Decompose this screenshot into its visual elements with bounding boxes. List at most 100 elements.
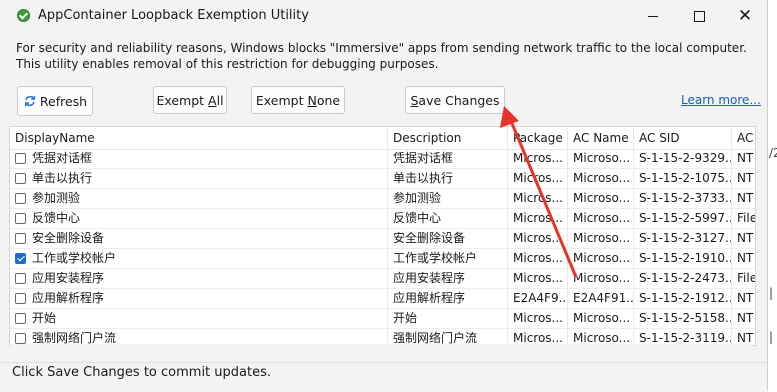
save-label-suffix: ave Changes <box>418 92 500 108</box>
cell-ac-name: Microso... <box>568 309 634 328</box>
table-row[interactable]: 凭据对话框 凭据对话框 Micros... Microso... S-1-15-2-93… <box>10 149 755 169</box>
row-display-name: 应用解析程序 <box>32 291 105 305</box>
cell-displayname: 工作或学校帐户 <box>10 249 388 268</box>
horizontal-scrollbar[interactable] <box>10 344 752 352</box>
cell-displayname: 反馈中心 <box>10 209 388 228</box>
row-display-name: 凭据对话框 <box>32 151 93 165</box>
cell-ac: NT <box>732 229 755 248</box>
column-header-ac-name[interactable]: AC Name <box>568 127 634 149</box>
exempt-none-button[interactable]: Exempt None <box>251 86 345 114</box>
row-display-name: 工作或学校帐户 <box>32 251 117 265</box>
row-display-name: 安全删除设备 <box>32 231 105 245</box>
cell-ac-name: Microso... <box>568 149 634 168</box>
table-row[interactable]: 应用安装程序 应用安装程序 Micros... Microso... S-1-15-2-… <box>10 269 755 289</box>
learn-more-link[interactable]: Learn more... <box>681 93 761 107</box>
list-header: DisplayName Description Package AC Name … <box>10 127 755 150</box>
background-window-edge: /2 | | <box>768 0 777 391</box>
table-row[interactable]: 参加测验 参加测验 Micros... Microso... S-1-15-2-3733… <box>10 189 755 209</box>
app-list[interactable]: DisplayName Description Package AC Name … <box>9 126 756 346</box>
exemption-checkbox[interactable] <box>15 253 26 264</box>
row-display-name: 应用安装程序 <box>32 271 105 285</box>
cell-package: Micros... <box>508 149 568 168</box>
cell-package: E2A4F9... <box>508 289 568 308</box>
cell-package: Micros... <box>508 189 568 208</box>
exemption-checkbox[interactable] <box>15 173 26 184</box>
cell-description: 应用安装程序 <box>388 269 508 288</box>
table-row[interactable]: 安全删除设备 安全删除设备 Micros... Microso... S-1-15-2-… <box>10 229 755 249</box>
row-display-name: 强制网络门户流 <box>32 331 117 345</box>
minimize-button[interactable] <box>630 0 676 32</box>
table-row[interactable]: 工作或学校帐户 工作或学校帐户 Micros... Microso... S-1-15-… <box>10 249 755 269</box>
cell-ac: NT <box>732 149 755 168</box>
exemption-checkbox[interactable] <box>15 313 26 324</box>
exemption-checkbox[interactable] <box>15 333 26 344</box>
background-char: /2 <box>769 146 777 160</box>
cell-description: 应用解析程序 <box>388 289 508 308</box>
cell-ac-name: Microso... <box>568 249 634 268</box>
cell-displayname: 凭据对话框 <box>10 149 388 168</box>
cell-ac-name: Microso... <box>568 189 634 208</box>
maximize-icon <box>693 10 705 22</box>
cell-ac: File <box>732 269 755 288</box>
exemption-checkbox[interactable] <box>15 293 26 304</box>
cell-ac-name: Microso... <box>568 209 634 228</box>
row-display-name: 开始 <box>32 311 57 325</box>
refresh-button[interactable]: Refresh <box>17 86 93 116</box>
exemption-checkbox[interactable] <box>15 213 26 224</box>
cell-description: 单击以执行 <box>388 169 508 188</box>
close-button[interactable]: ✕ <box>722 0 768 32</box>
cell-ac-sid: S-1-15-2-5158... <box>634 309 732 328</box>
cell-ac-name: Microso... <box>568 269 634 288</box>
background-char: | <box>769 330 774 344</box>
refresh-icon <box>24 95 36 107</box>
cell-ac-name: Microso... <box>568 169 634 188</box>
cell-ac-sid: S-1-15-2-9329... <box>634 149 732 168</box>
cell-displayname: 开始 <box>10 309 388 328</box>
cell-description: 参加测验 <box>388 189 508 208</box>
cell-description: 开始 <box>388 309 508 328</box>
cell-description: 凭据对话框 <box>388 149 508 168</box>
exempt-all-access-key: A <box>208 92 217 108</box>
row-display-name: 反馈中心 <box>32 211 81 225</box>
column-header-ac-sid[interactable]: AC SID <box>634 127 732 149</box>
cell-description: 反馈中心 <box>388 209 508 228</box>
title-bar[interactable]: AppContainer Loopback Exemption Utility … <box>0 0 767 32</box>
column-header-ac[interactable]: AC <box>732 127 755 149</box>
exemption-checkbox[interactable] <box>15 233 26 244</box>
column-header-package[interactable]: Package <box>508 127 568 149</box>
cell-ac-name: Microso... <box>568 229 634 248</box>
cell-ac-sid: S-1-15-2-1075... <box>634 169 732 188</box>
table-row[interactable]: 应用解析程序 应用解析程序 E2A4F9... E2A4F91... S-1-15-2-… <box>10 289 755 309</box>
exemption-checkbox[interactable] <box>15 273 26 284</box>
cell-description: 工作或学校帐户 <box>388 249 508 268</box>
refresh-label: Refresh <box>39 93 88 109</box>
cell-ac-sid: S-1-15-2-1910... <box>634 249 732 268</box>
cell-package: Micros... <box>508 169 568 188</box>
save-access-key: S <box>410 92 419 108</box>
column-header-displayname[interactable]: DisplayName <box>10 127 388 149</box>
column-header-description[interactable]: Description <box>388 127 508 149</box>
cell-ac-name: E2A4F91... <box>568 289 634 308</box>
exempt-none-label-prefix: Exempt <box>255 92 308 108</box>
save-changes-button[interactable]: Save Changes <box>405 86 505 114</box>
table-row[interactable]: 单击以执行 单击以执行 Micros... Microso... S-1-15-2-10… <box>10 169 755 189</box>
exempt-all-button[interactable]: Exempt All <box>153 86 227 114</box>
cell-displayname: 参加测验 <box>10 189 388 208</box>
cell-displayname: 单击以执行 <box>10 169 388 188</box>
maximize-button[interactable] <box>676 0 722 32</box>
cell-ac: NT <box>732 289 755 308</box>
cell-ac-sid: S-1-15-2-1912... <box>634 289 732 308</box>
table-row[interactable]: 反馈中心 反馈中心 Micros... Microso... S-1-15-2-5997… <box>10 209 755 229</box>
cell-package: Micros... <box>508 309 568 328</box>
window-title: AppContainer Loopback Exemption Utility <box>38 8 309 23</box>
cell-ac: NT <box>732 309 755 328</box>
exemption-checkbox[interactable] <box>15 153 26 164</box>
exempt-all-label-prefix: Exempt <box>156 92 209 108</box>
cell-ac-sid: S-1-15-2-5997... <box>634 209 732 228</box>
list-rows: 凭据对话框 凭据对话框 Micros... Microso... S-1-15-2-93… <box>10 149 755 345</box>
exemption-checkbox[interactable] <box>15 193 26 204</box>
table-row[interactable]: 开始 开始 Micros... Microso... S-1-15-2-5158... N… <box>10 309 755 329</box>
minimize-icon <box>648 15 658 17</box>
cell-ac: NT <box>732 189 755 208</box>
status-text: Click Save Changes to commit updates. <box>12 365 271 380</box>
